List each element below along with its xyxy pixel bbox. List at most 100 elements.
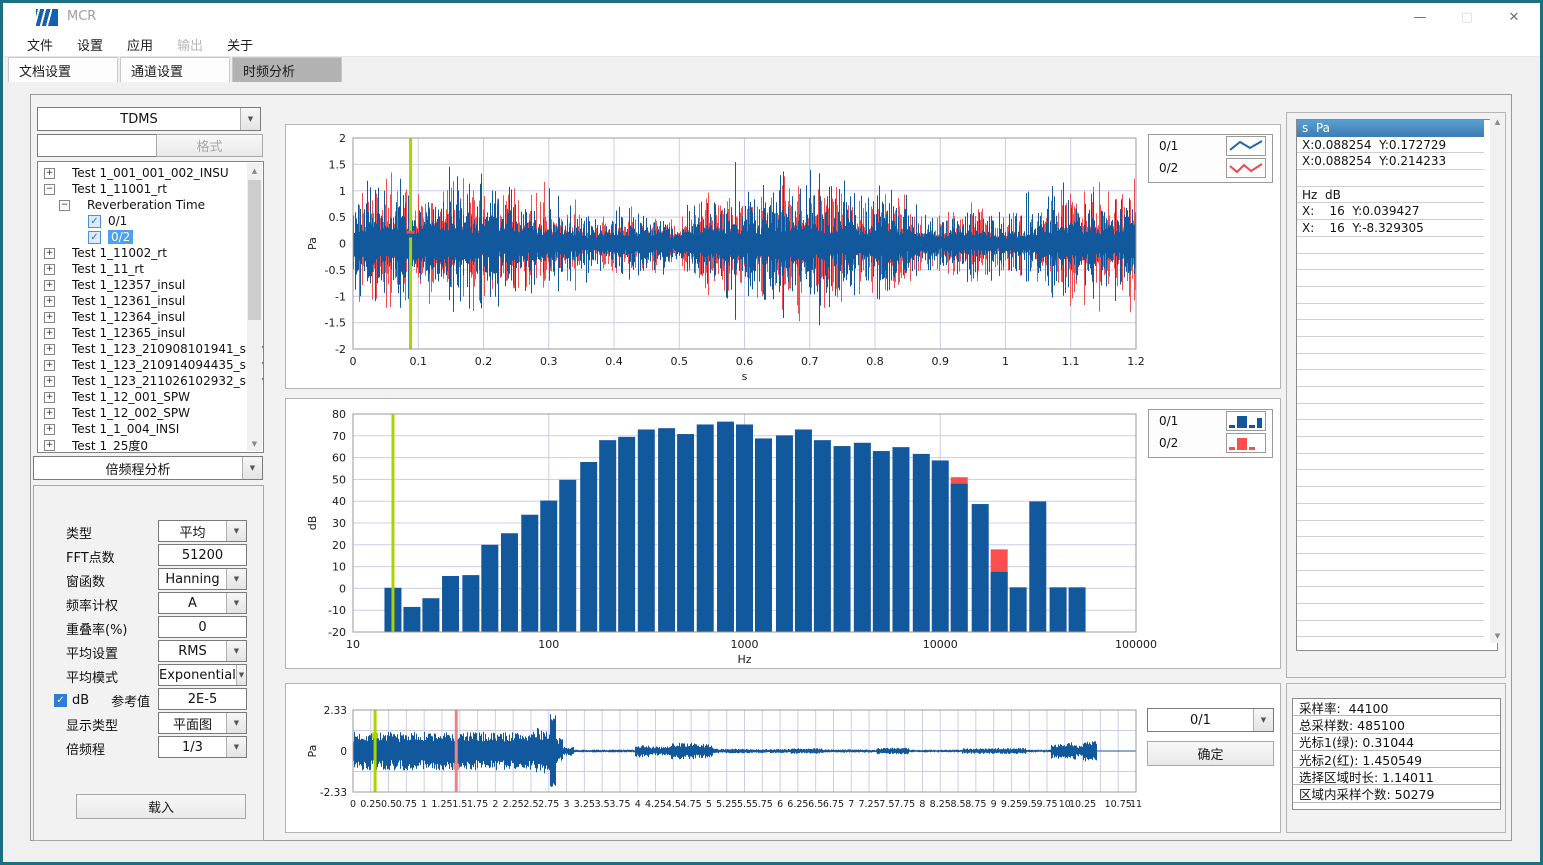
menu-item-4[interactable]: 输出: [165, 35, 215, 54]
tree-item[interactable]: +Test 1_123_211026102932_spw: [38, 373, 263, 389]
readout-scrollbar[interactable]: ▲ ▼: [1490, 114, 1504, 643]
setting-input-8[interactable]: 2E-5: [158, 688, 247, 710]
readout-row[interactable]: [1297, 521, 1484, 538]
readout-row[interactable]: [1297, 587, 1484, 604]
collapse-icon[interactable]: −: [44, 184, 55, 195]
readout-row[interactable]: X: 16 Y:-8.329305: [1297, 220, 1484, 237]
expand-icon[interactable]: +: [44, 344, 55, 355]
readout-row[interactable]: [1297, 537, 1484, 554]
menu-item-2[interactable]: 设置: [65, 35, 115, 54]
readout-row[interactable]: [1297, 387, 1484, 404]
tree-scrollbar-thumb[interactable]: [248, 180, 261, 320]
chevron-down-icon[interactable]: ▼: [226, 737, 246, 757]
analysis-type-select[interactable]: 倍频程分析 ▼: [33, 456, 263, 480]
readout-row[interactable]: s Pa: [1297, 120, 1484, 137]
tree-item[interactable]: +Test 1_11002_rt: [38, 245, 263, 261]
readout-row[interactable]: [1297, 287, 1484, 304]
maximize-button[interactable]: ▢: [1444, 3, 1490, 32]
readout-row[interactable]: [1297, 337, 1484, 354]
readout-row[interactable]: [1297, 470, 1484, 487]
menu-item-1[interactable]: 文件: [15, 35, 65, 54]
tab-3[interactable]: 时频分析: [232, 57, 342, 82]
readout-row[interactable]: [1297, 254, 1484, 271]
chevron-down-icon[interactable]: ▼: [236, 665, 246, 685]
expand-icon[interactable]: +: [44, 312, 55, 323]
readout-row[interactable]: [1297, 170, 1484, 187]
menu-item-5[interactable]: 关于: [215, 35, 265, 54]
readout-row[interactable]: X:0.088254 Y:0.172729: [1297, 137, 1484, 154]
expand-icon[interactable]: +: [44, 360, 55, 371]
setting-select-9[interactable]: 平面图▼: [158, 712, 247, 734]
readout-row[interactable]: [1297, 320, 1484, 337]
readout-row[interactable]: [1297, 487, 1484, 504]
expand-icon[interactable]: +: [44, 440, 55, 451]
expand-icon[interactable]: +: [44, 248, 55, 259]
format-button[interactable]: 格式: [156, 134, 263, 157]
minimize-button[interactable]: —: [1397, 3, 1443, 32]
scroll-down-icon[interactable]: ▼: [247, 436, 262, 451]
readout-row[interactable]: X:0.088254 Y:0.214233: [1297, 153, 1484, 170]
chevron-down-icon[interactable]: ▼: [226, 569, 246, 589]
chevron-down-icon[interactable]: ▼: [226, 713, 246, 733]
readout-row[interactable]: [1297, 420, 1484, 437]
readout-row[interactable]: [1297, 571, 1484, 588]
filter-input[interactable]: [37, 134, 157, 157]
expand-icon[interactable]: +: [44, 376, 55, 387]
readout-row[interactable]: [1297, 621, 1484, 638]
chevron-down-icon[interactable]: ▼: [242, 457, 262, 479]
tree-item[interactable]: +Test 1_12364_insul: [38, 309, 263, 325]
tree-item[interactable]: ✓0/2: [38, 229, 263, 245]
readout-row[interactable]: [1297, 237, 1484, 254]
expand-icon[interactable]: +: [44, 280, 55, 291]
tree-item[interactable]: +Test 1_1_004_INSI: [38, 421, 263, 437]
chevron-down-icon[interactable]: ▼: [226, 641, 246, 661]
tree-item[interactable]: +Test 1_123_210914094435_spw: [38, 357, 263, 373]
chevron-down-icon[interactable]: ▼: [226, 521, 246, 541]
chevron-down-icon[interactable]: ▼: [1253, 709, 1273, 731]
tree-checkbox[interactable]: ✓: [88, 215, 101, 228]
setting-input-5[interactable]: 0: [158, 616, 247, 638]
setting-select-7[interactable]: Exponential▼: [158, 664, 247, 686]
readout-row[interactable]: [1297, 554, 1484, 571]
scroll-up-icon[interactable]: ▲: [1490, 114, 1505, 129]
spectrum-chart[interactable]: -20-100102030405060708010100100010000100…: [286, 399, 1280, 668]
tree-item[interactable]: ✓0/1: [38, 213, 263, 229]
scroll-down-icon[interactable]: ▼: [1490, 628, 1505, 643]
tree-item[interactable]: +Test 1_12_002_SPW: [38, 405, 263, 421]
setting-select-1[interactable]: 平均▼: [158, 520, 247, 542]
readout-row[interactable]: [1297, 270, 1484, 287]
scroll-up-icon[interactable]: ▲: [247, 163, 262, 178]
tree-item[interactable]: −Reverberation Time: [38, 197, 263, 213]
channel-select[interactable]: 0/1 ▼: [1147, 708, 1274, 732]
readout-row[interactable]: [1297, 604, 1484, 621]
tree-item[interactable]: +Test 1_12357_insul: [38, 277, 263, 293]
tree-item[interactable]: −Test 1_11001_rt: [38, 181, 263, 197]
tree-item[interactable]: +Test 1_123_210908101941_spw: [38, 341, 263, 357]
readout-row[interactable]: [1297, 354, 1484, 371]
expand-icon[interactable]: +: [44, 408, 55, 419]
readout-row[interactable]: [1297, 454, 1484, 471]
expand-icon[interactable]: +: [44, 424, 55, 435]
readout-row[interactable]: [1297, 370, 1484, 387]
setting-select-10[interactable]: 1/3▼: [158, 736, 247, 758]
tree-item[interactable]: +Test 1_12361_insul: [38, 293, 263, 309]
expand-icon[interactable]: +: [44, 328, 55, 339]
tree-scrollbar[interactable]: ▲ ▼: [247, 163, 262, 451]
menu-item-3[interactable]: 应用: [115, 35, 165, 54]
time-waveform-chart[interactable]: 21.510.50-0.5-1-1.5-200.10.20.30.40.50.6…: [286, 125, 1280, 388]
close-button[interactable]: ✕: [1491, 3, 1537, 32]
expand-icon[interactable]: +: [44, 392, 55, 403]
tree-item[interactable]: +Test 1_12_001_SPW: [38, 389, 263, 405]
readout-row[interactable]: [1297, 504, 1484, 521]
readout-row[interactable]: Hz dB: [1297, 187, 1484, 204]
expand-icon[interactable]: +: [44, 296, 55, 307]
expand-icon[interactable]: +: [44, 264, 55, 275]
setting-select-4[interactable]: A▼: [158, 592, 247, 614]
readout-row[interactable]: [1297, 404, 1484, 421]
chevron-down-icon[interactable]: ▼: [240, 108, 260, 130]
full-waveform-chart[interactable]: 2.330-2.3300.250.50.7511.251.51.7522.252…: [286, 684, 1280, 832]
chevron-down-icon[interactable]: ▼: [226, 593, 246, 613]
collapse-icon[interactable]: −: [59, 200, 70, 211]
readout-row[interactable]: X: 16 Y:0.039427: [1297, 203, 1484, 220]
tree-checkbox[interactable]: ✓: [88, 231, 101, 244]
